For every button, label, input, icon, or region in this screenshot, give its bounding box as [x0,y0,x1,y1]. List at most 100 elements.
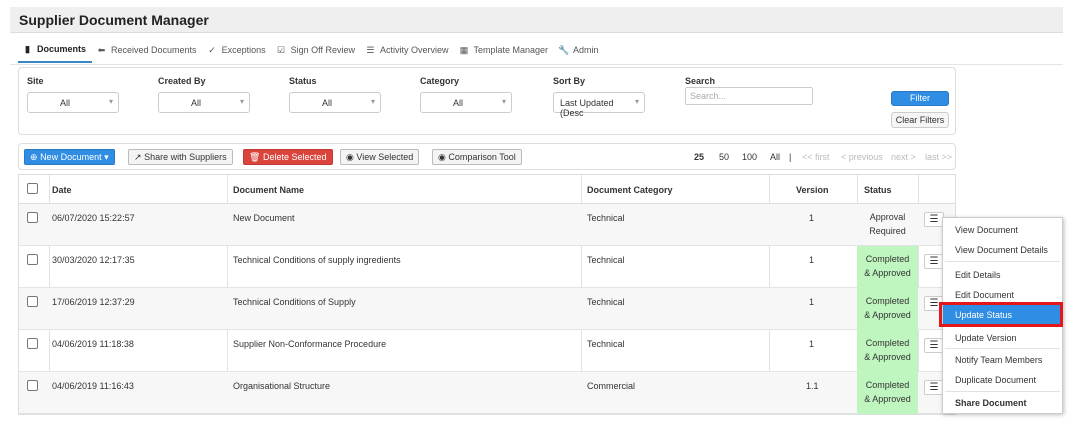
menu-item-view-document-details[interactable]: View Document Details [943,240,1062,260]
trash-icon: 🗑 [249,152,261,162]
new-document-label: New Document [40,152,102,162]
menu-item-update-version[interactable]: Update Version [943,328,1062,348]
plus-circle-icon: ⊕ [30,152,38,162]
wrench-icon: 🔧 [558,44,570,55]
table-row[interactable]: 04/06/2019 11:16:43 Organisational Struc… [19,372,955,414]
date-cell: 30/03/2020 12:17:35 [52,255,135,265]
new-document-button[interactable]: ⊕ New Document ▾ [24,149,115,165]
created-by-label: Created By [158,76,206,86]
column-header-version[interactable]: Version [796,185,829,195]
page-size-25[interactable]: 25 [694,152,704,162]
tab-label: Activity Overview [379,45,449,55]
pager-next[interactable]: next > [891,152,916,162]
chevron-down-icon: ▾ [634,97,639,106]
column-header-status[interactable]: Status [864,185,892,195]
row-actions-button[interactable]: ☰ [924,254,944,269]
row-actions-button[interactable]: ☰ [924,338,944,353]
sort-by-select[interactable]: Last Updated (Desc ▾ [553,92,645,118]
comparison-tool-button[interactable]: ◉ Comparison Tool [432,149,522,165]
document-toolbar: ⊕ New Document ▾ ↗ Share with Suppliers … [18,143,956,170]
chevron-down-icon: ▾ [108,97,113,106]
document-icon: ▮ [25,43,30,54]
status-select[interactable]: All ▾ [289,92,381,113]
status-cell: Completed & Approved [857,246,918,288]
row-checkbox[interactable] [27,254,38,265]
tab-admin[interactable]: 🔧 Admin [554,37,605,63]
tab-documents[interactable]: ▮ Documents [18,37,93,63]
row-checkbox[interactable] [27,296,38,307]
table-row[interactable]: 04/06/2019 11:18:38 Supplier Non-Conform… [19,330,955,372]
pager-separator: | [789,152,792,162]
menu-item-notify-team-members[interactable]: Notify Team Members [943,350,1062,370]
category-label: Category [420,76,460,86]
menu-item-duplicate-document[interactable]: Duplicate Document [943,370,1062,390]
menu-divider [945,391,1060,392]
date-cell: 17/06/2019 12:37:29 [52,297,135,307]
page-size-50[interactable]: 50 [719,152,729,162]
created-by-select[interactable]: All ▾ [158,92,250,113]
category-select[interactable]: All ▾ [420,92,512,113]
document-name-cell: Supplier Non-Conformance Procedure [233,339,387,349]
site-filter: Site All ▾ [27,76,119,113]
created-by-value: All [190,98,201,108]
menu-item-edit-details[interactable]: Edit Details [943,265,1062,285]
circle-check-icon: ✓ [208,44,216,55]
row-actions-button[interactable]: ☰ [924,212,944,227]
status-cell: Completed & Approved [857,330,918,372]
pager-previous[interactable]: < previous [841,152,883,162]
select-all-checkbox[interactable] [27,183,38,194]
site-label: Site [27,76,44,86]
column-header-document-category[interactable]: Document Category [587,185,673,195]
status-cell: Approval Required [857,204,918,246]
tab-received-documents[interactable]: ⬅ Received Documents [92,37,203,63]
row-actions-button[interactable]: ☰ [924,380,944,395]
site-value: All [59,98,70,108]
search-filter: Search Search... [685,76,813,105]
tab-template-manager[interactable]: ▦ Template Manager [454,37,554,63]
share-with-suppliers-button[interactable]: ↗ Share with Suppliers [128,149,233,165]
row-checkbox[interactable] [27,380,38,391]
filter-panel: Site All ▾ Created By All ▾ Status All ▾… [18,67,956,135]
status-label: Status [289,76,317,86]
status-cell: Completed & Approved [857,288,918,330]
column-header-date[interactable]: Date [52,185,72,195]
column-header-document-name[interactable]: Document Name [233,185,304,195]
menu-item-share-document[interactable]: Share Document [943,393,1062,413]
tab-exceptions[interactable]: ✓ Exceptions [203,37,272,63]
row-checkbox[interactable] [27,338,38,349]
table-row[interactable]: 06/07/2020 15:22:57 New Document Technic… [19,204,955,246]
app-window: Supplier Document Manager ▮ Documents ⬅ … [10,7,1063,415]
pager-first[interactable]: << first [802,152,830,162]
status-line-2: & Approved [864,310,911,320]
status-line-1: Completed [865,380,910,390]
page-size-100[interactable]: 100 [742,152,757,162]
menu-divider [945,261,1060,262]
pager-last[interactable]: last >> [925,152,952,162]
date-cell: 04/06/2019 11:18:38 [52,339,134,349]
page-title: Supplier Document Manager [10,7,1063,33]
tab-activity-overview[interactable]: ☰ Activity Overview [361,37,455,63]
delete-selected-label: Delete Selected [262,152,327,162]
documents-table: Date Document Name Document Category Ver… [18,174,956,415]
clear-filters-button[interactable]: Clear Filters [891,112,949,128]
tab-sign-off-review[interactable]: ☑ Sign Off Review [272,37,361,63]
table-row[interactable]: 17/06/2019 12:37:29 Technical Conditions… [19,288,955,330]
filter-button[interactable]: Filter [891,91,949,106]
category-filter: Category All ▾ [420,76,512,113]
search-input[interactable]: Search... [685,87,813,105]
row-checkbox[interactable] [27,212,38,223]
version-cell: 1 [809,339,815,349]
menu-item-view-document[interactable]: View Document [943,220,1062,240]
date-cell: 06/07/2020 15:22:57 [52,213,135,223]
page-size-all[interactable]: All [770,152,780,162]
table-header: Date Document Name Document Category Ver… [19,175,955,204]
chevron-down-icon: ▾ [239,97,244,106]
table-row[interactable]: 30/03/2020 12:17:35 Technical Conditions… [19,246,955,288]
chevron-down-icon: ▾ [501,97,506,106]
site-select[interactable]: All ▾ [27,92,119,113]
sort-by-filter: Sort By Last Updated (Desc ▾ [553,76,645,118]
category-cell: Commercial [587,381,636,391]
delete-selected-button[interactable]: 🗑 Delete Selected [243,149,333,165]
eye-icon: ◉ [438,152,446,162]
view-selected-button[interactable]: ◉ View Selected [340,149,420,165]
